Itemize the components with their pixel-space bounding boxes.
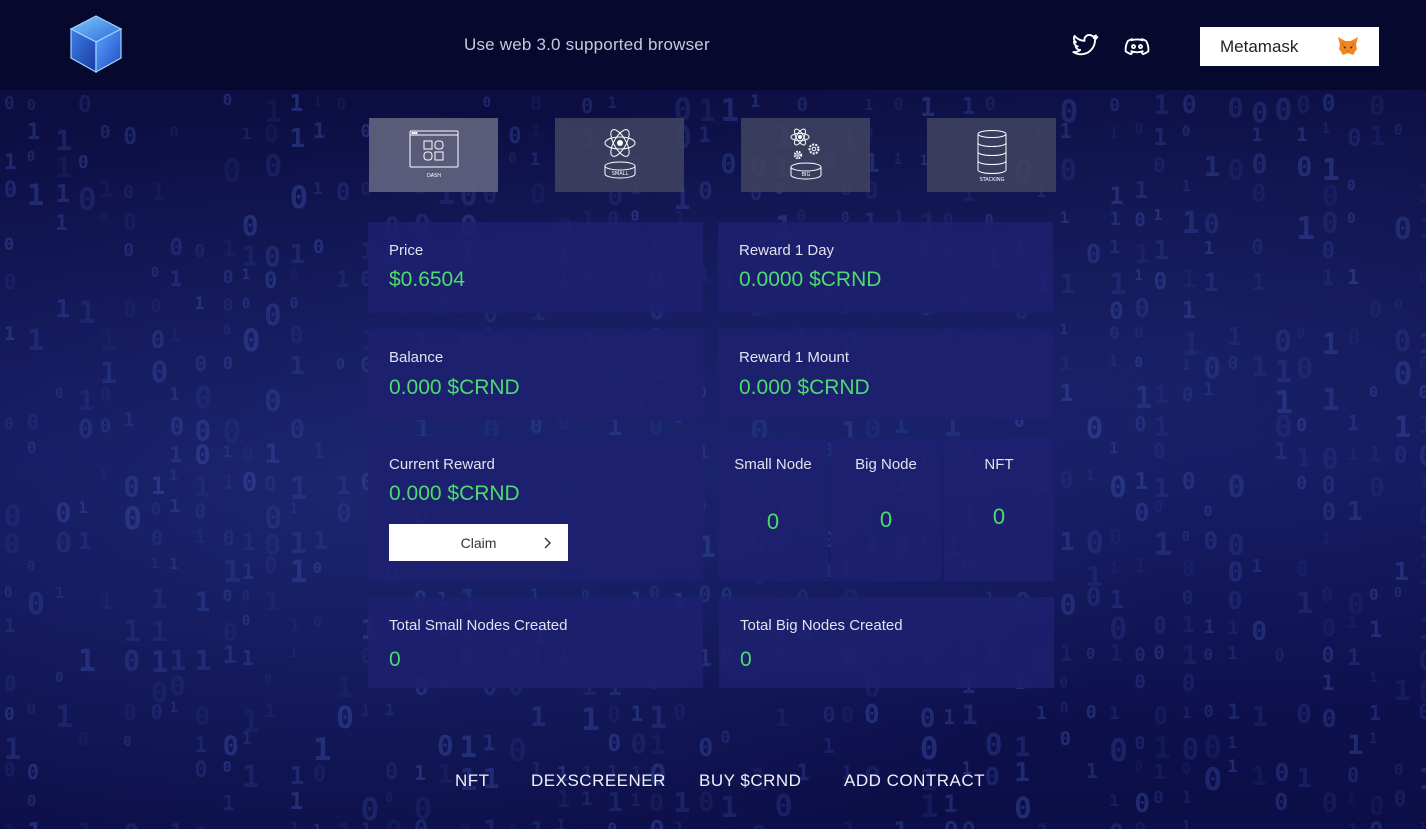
current-reward-card: Current Reward 0.000 $CRND Claim xyxy=(368,436,703,581)
svg-text:BIG: BIG xyxy=(801,172,810,178)
cube-logo-icon[interactable] xyxy=(68,14,124,74)
reward-day-value: 0.0000 $CRND xyxy=(739,268,882,291)
total-big-nodes-label: Total Big Nodes Created xyxy=(740,617,903,634)
price-value: $0.6504 xyxy=(389,268,465,291)
balance-label: Balance xyxy=(389,349,444,366)
browser-notice: Use web 3.0 supported browser xyxy=(464,35,710,54)
nft-card: NFT 0 xyxy=(944,437,1054,581)
total-big-nodes-value: 0 xyxy=(740,648,752,671)
current-reward-value: 0.000 $CRND xyxy=(389,482,520,505)
tab-small[interactable]: SMALL xyxy=(555,118,684,192)
atom-gears-icon: BIG xyxy=(790,128,821,180)
big-node-card: Big Node 0 xyxy=(831,437,941,581)
tab-big[interactable]: BIG xyxy=(741,118,870,192)
reward-day-label: Reward 1 Day xyxy=(739,242,835,259)
footer-link-dexscreener[interactable]: DEXSCREENER xyxy=(531,771,666,791)
footer-link-buy-crnd[interactable]: BUY $CRND xyxy=(699,771,801,791)
dashboard-icon: DASH xyxy=(409,130,458,179)
footer-link-add-contract[interactable]: ADD CONTRACT xyxy=(844,771,985,791)
small-node-value: 0 xyxy=(766,509,780,534)
metamask-button-label: Metamask xyxy=(1220,36,1299,56)
total-big-nodes-card: Total Big Nodes Created 0 xyxy=(719,597,1054,688)
metamask-connect-button[interactable]: Metamask xyxy=(1200,27,1379,66)
reward-day-card: Reward 1 Day 0.0000 $CRND xyxy=(718,222,1053,313)
reward-month-label: Reward 1 Mount xyxy=(739,349,850,366)
svg-text:DASH: DASH xyxy=(426,173,440,179)
binary-background: 0100010000100101010110000000111111000101… xyxy=(3,90,1426,829)
nft-value: 0 xyxy=(992,504,1006,529)
total-small-nodes-card: Total Small Nodes Created 0 xyxy=(368,597,703,688)
reward-month-card: Reward 1 Mount 0.000 $CRND xyxy=(718,329,1053,420)
tab-dash[interactable]: DASH xyxy=(369,118,498,192)
price-card: Price $0.6504 xyxy=(368,222,703,313)
current-reward-label: Current Reward xyxy=(389,456,495,473)
metamask-fox-icon xyxy=(1338,37,1358,55)
svg-text:STACKING: STACKING xyxy=(979,177,1004,183)
discord-icon[interactable] xyxy=(1123,32,1151,60)
atom-icon: SMALL xyxy=(604,129,635,179)
total-small-nodes-label: Total Small Nodes Created xyxy=(389,617,568,634)
price-label: Price xyxy=(389,242,424,259)
chevron-right-icon xyxy=(544,537,551,549)
big-node-label: Big Node xyxy=(855,456,917,473)
footer-link-nft[interactable]: NFT xyxy=(455,771,490,791)
claim-button-label: Claim xyxy=(460,534,497,551)
balance-value: 0.000 $CRND xyxy=(389,376,520,399)
svg-text:SMALL: SMALL xyxy=(611,171,628,177)
nft-label: NFT xyxy=(984,456,1014,473)
top-header: Use web 3.0 supported browser Metamask xyxy=(0,0,1426,90)
small-node-card: Small Node 0 xyxy=(718,437,828,581)
reward-month-value: 0.000 $CRND xyxy=(739,376,870,399)
big-node-value: 0 xyxy=(879,507,893,532)
twitter-icon[interactable] xyxy=(1071,32,1099,60)
small-node-label: Small Node xyxy=(734,456,812,473)
tab-stacking[interactable]: STACKING xyxy=(927,118,1056,192)
total-small-nodes-value: 0 xyxy=(389,648,401,671)
balance-card: Balance 0.000 $CRND xyxy=(368,329,703,420)
claim-button[interactable]: Claim xyxy=(389,524,568,561)
database-icon: STACKING xyxy=(977,130,1006,183)
